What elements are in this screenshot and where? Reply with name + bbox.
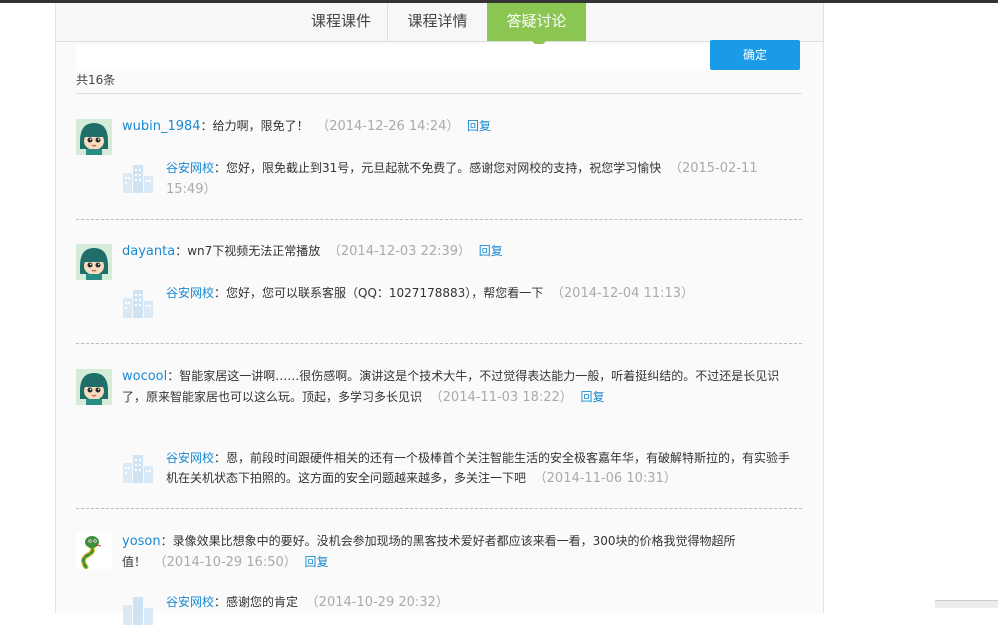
answer-text: ：恩，前段时间跟硬件相关的还有一个极棒首个关注智能生活的安全极客嘉年华，有破解特…	[166, 451, 791, 485]
comment-text: ：给力啊，限免了！	[200, 119, 309, 133]
reply-link[interactable]: 回复	[580, 390, 604, 404]
tab-courseware[interactable]: 课程课件	[295, 3, 388, 41]
reply-link[interactable]: 回复	[467, 119, 491, 133]
comment: wocool：智能家居这一讲啊……很伤感啊。演讲这是个技术大牛，不过觉得表达能力…	[122, 366, 802, 408]
discussion-panel: 课程课件 课程详情 答疑讨论 确定 共16条 wubin_1984：给力啊，限免…	[55, 3, 824, 625]
answer: 谷安网校：您好，限免截止到31号，元旦起就不免费了。感谢您对网校的支持，祝您学习…	[166, 158, 802, 200]
reply-link[interactable]: 回复	[304, 555, 328, 569]
answer: 谷安网校：恩，前段时间跟硬件相关的还有一个极棒首个关注智能生活的安全极客嘉年华，…	[166, 448, 802, 489]
school-icon	[121, 163, 155, 193]
divider	[76, 508, 802, 509]
answer-text: ：您好，您可以联系客服（QQ：1027178883），帮您看一下	[214, 286, 544, 300]
school-icon	[121, 288, 155, 318]
answer-user[interactable]: 谷安网校	[166, 161, 214, 175]
confirm-button[interactable]: 确定	[710, 40, 800, 70]
answer-user[interactable]: 谷安网校	[166, 451, 214, 465]
tab-qa-discussion[interactable]: 答疑讨论	[487, 3, 586, 41]
school-icon	[121, 453, 155, 483]
answer: 谷安网校：您好，您可以联系客服（QQ：1027178883），帮您看一下 （20…	[166, 283, 802, 304]
answer-time: （2014-10-29 20:32）	[305, 595, 449, 610]
user-avatar[interactable]	[76, 369, 112, 405]
comment: wubin_1984：给力啊，限免了！ （2014-12-26 14:24） 回…	[122, 116, 802, 137]
school-icon	[121, 595, 155, 625]
tab-bar: 课程课件 课程详情 答疑讨论	[56, 3, 823, 42]
question-input[interactable]	[76, 44, 711, 71]
comment-user[interactable]: yoson	[122, 534, 161, 549]
divider	[76, 93, 802, 94]
comment-time: （2014-12-03 22:39）	[327, 244, 472, 259]
comment-time: （2014-10-29 16:50）	[153, 555, 297, 570]
user-avatar[interactable]	[76, 119, 112, 155]
answer-time: （2014-11-06 10:31）	[533, 471, 677, 486]
comment-text: ：wn7下视频无法正常播放	[175, 244, 321, 258]
user-avatar[interactable]	[76, 244, 112, 280]
user-avatar[interactable]	[76, 533, 112, 569]
comment-user[interactable]: wubin_1984	[122, 119, 201, 134]
answer-user[interactable]: 谷安网校	[166, 286, 214, 300]
comment-time: （2014-11-03 18:22）	[429, 390, 573, 405]
tab-course-details[interactable]: 课程详情	[388, 3, 487, 41]
divider	[76, 343, 802, 344]
answer-text: ：您好，限免截止到31号，元旦起就不免费了。感谢您对网校的支持，祝您学习愉快	[214, 161, 662, 175]
comment-user[interactable]: dayanta	[122, 244, 175, 259]
answer-time: （2014-12-04 11:13）	[550, 286, 695, 301]
comment-user[interactable]: wocool	[122, 369, 167, 384]
comment: dayanta：wn7下视频无法正常播放 （2014-12-03 22:39） …	[122, 241, 802, 262]
divider	[76, 219, 802, 220]
reply-link[interactable]: 回复	[479, 244, 503, 258]
total-count: 共16条	[76, 73, 116, 87]
answer: 谷安网校：感谢您的肯定 （2014-10-29 20:32）	[166, 592, 802, 613]
comment: yoson：录像效果比想象中的要好。没机会参加现场的黑客技术爱好者都应该来看一看…	[122, 531, 802, 573]
comment-time: （2014-12-26 14:24）	[316, 119, 460, 134]
